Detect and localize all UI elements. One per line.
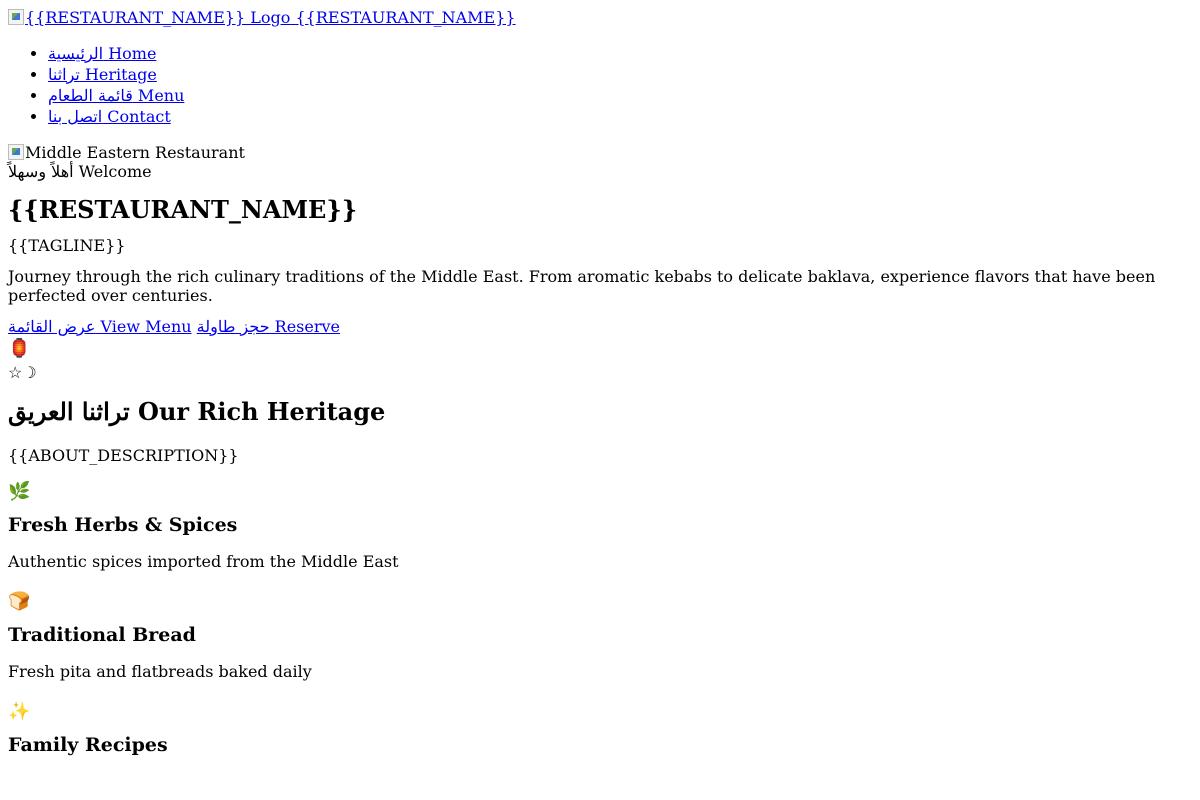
- reserve-button[interactable]: حجز طاولة Reserve: [197, 317, 340, 336]
- logo-alt-text: {{RESTAURANT_NAME}} Logo: [25, 8, 291, 27]
- tagline: {{TAGLINE}}: [8, 236, 126, 255]
- nav-link-home[interactable]: الرئيسية Home: [48, 44, 156, 63]
- logo-link[interactable]: {{RESTAURANT_NAME}} Logo {{RESTAURANT_NA…: [8, 9, 516, 27]
- about-title: تراثنا العريق Our Rich Heritage: [8, 397, 386, 426]
- feature-card: 🌿 Fresh Herbs & Spices Authentic spices …: [8, 481, 1192, 571]
- broken-image-icon: [8, 9, 24, 25]
- nav-link-menu[interactable]: قائمة الطعام Menu: [48, 86, 184, 105]
- welcome-text: أهلاً وسهلاً Welcome: [8, 162, 152, 181]
- nav-link-contact[interactable]: اتصل بنا Contact: [48, 107, 171, 126]
- hero-description: Journey through the rich culinary tradit…: [8, 267, 1156, 305]
- lantern-icon: 🏮: [8, 338, 31, 359]
- sparkles-icon: ✨: [8, 701, 31, 722]
- hero-image: Middle Eastern Restaurant: [8, 143, 1192, 162]
- site-header: {{RESTAURANT_NAME}} Logo {{RESTAURANT_NA…: [8, 8, 1192, 127]
- herb-icon: 🌿: [8, 481, 31, 502]
- restaurant-title: {{RESTAURANT_NAME}}: [8, 195, 358, 224]
- nav-item-heritage: تراثنا Heritage: [48, 64, 1192, 85]
- feature-title: Traditional Bread: [8, 624, 196, 646]
- about-description: {{ABOUT_DESCRIPTION}}: [8, 446, 239, 465]
- about-section: تراثنا العريق Our Rich Heritage {{ABOUT_…: [8, 397, 1192, 756]
- feature-title: Fresh Herbs & Spices: [8, 514, 238, 536]
- nav-item-contact: اتصل بنا Contact: [48, 106, 1192, 127]
- nav-item-home: الرئيسية Home: [48, 43, 1192, 64]
- feature-description: Authentic spices imported from the Middl…: [8, 552, 399, 571]
- main-nav: الرئيسية Home تراثنا Heritage قائمة الطع…: [8, 43, 1192, 127]
- hero-buttons: عرض القائمة View Menu حجز طاولة Reserve: [8, 317, 1192, 337]
- hero-section: Middle Eastern Restaurant أهلاً وسهلاً W…: [8, 143, 1192, 385]
- bread-icon: 🍞: [8, 591, 31, 612]
- nav-link-heritage[interactable]: تراثنا Heritage: [48, 65, 157, 84]
- logo-text: {{RESTAURANT_NAME}}: [295, 8, 516, 27]
- view-menu-button[interactable]: عرض القائمة View Menu: [8, 317, 192, 336]
- star-moon-icon: ☆☽: [8, 363, 37, 382]
- hero-image-alt: Middle Eastern Restaurant: [25, 143, 245, 162]
- feature-card: ✨ Family Recipes: [8, 701, 1192, 756]
- broken-image-icon: [8, 144, 24, 160]
- nav-item-menu: قائمة الطعام Menu: [48, 85, 1192, 106]
- feature-card: 🍞 Traditional Bread Fresh pita and flatb…: [8, 591, 1192, 681]
- feature-description: Fresh pita and flatbreads baked daily: [8, 662, 312, 681]
- feature-title: Family Recipes: [8, 734, 168, 756]
